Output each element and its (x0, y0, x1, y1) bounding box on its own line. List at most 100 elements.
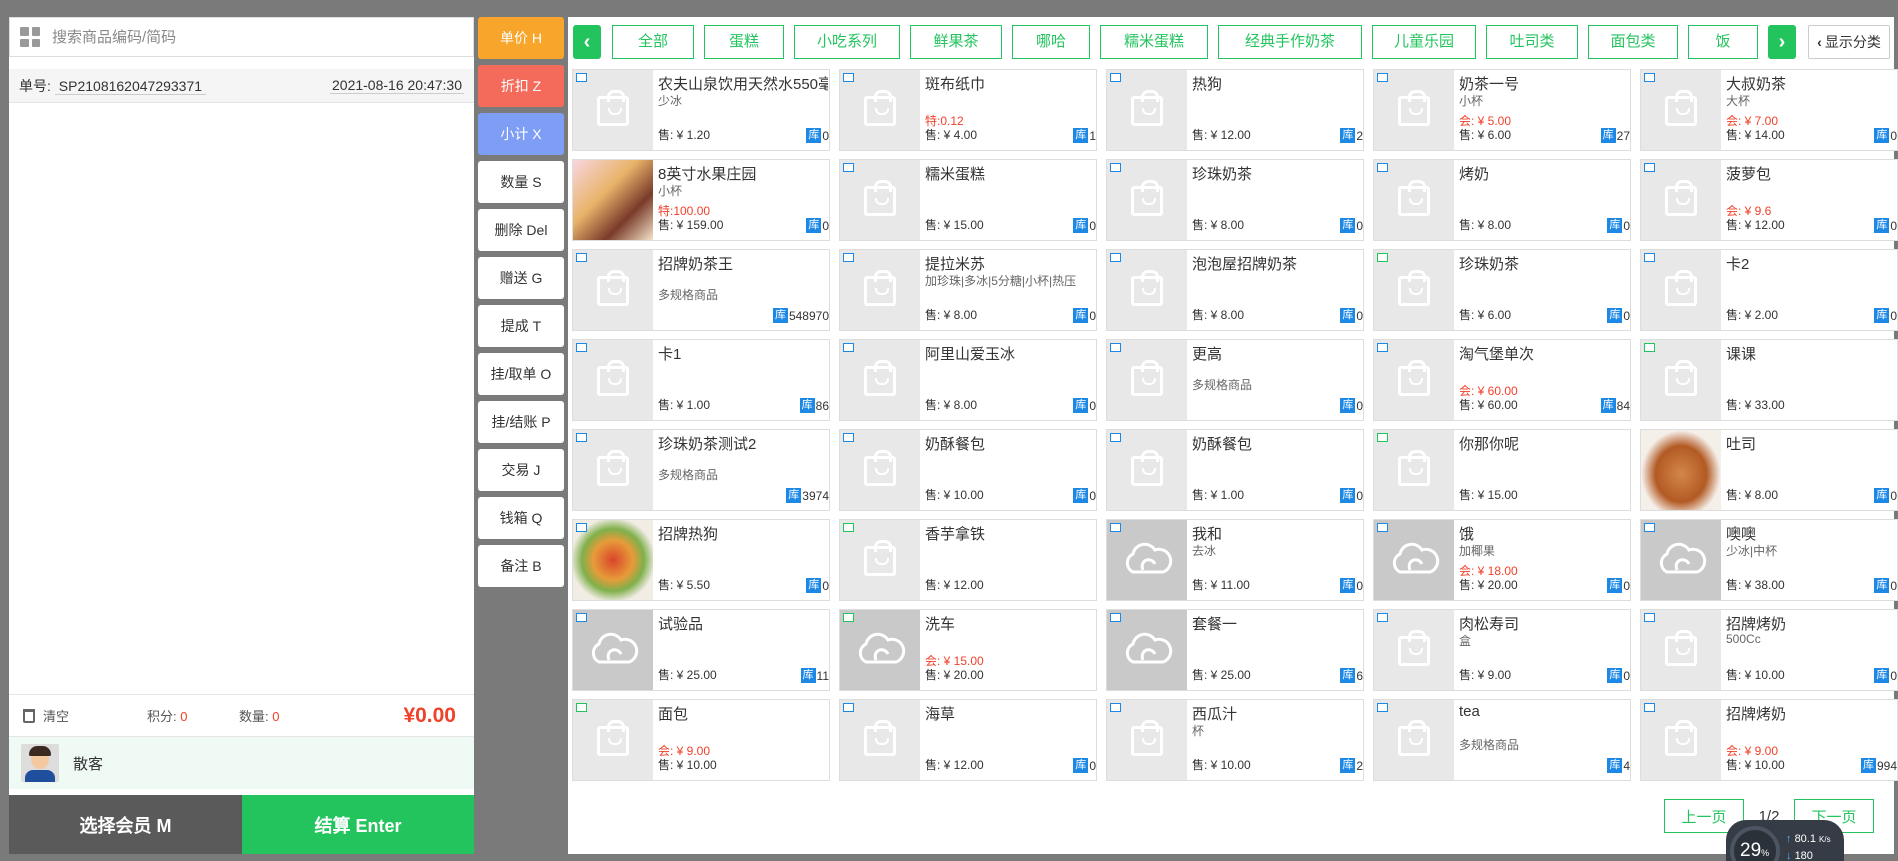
product-card[interactable]: 卡2 售: ¥ 2.00 库 0 (1640, 249, 1898, 331)
category-tab-1[interactable]: 蛋糕 (704, 25, 784, 59)
next-category-button[interactable]: › (1768, 25, 1796, 59)
product-spec: 多规格商品 (1459, 738, 1520, 752)
product-card[interactable]: 西瓜汁杯售: ¥ 10.00 库 2 (1106, 699, 1364, 781)
product-type-icon (576, 343, 587, 352)
network-monitor-widget[interactable]: 29% ↑ 80.1 K/s ↓ 180 (1726, 820, 1844, 861)
select-member-button[interactable]: 选择会员 M (9, 795, 242, 854)
category-tab-9[interactable]: 面包类 (1588, 25, 1678, 59)
member-row[interactable]: 散客 (9, 737, 474, 789)
function-button-3[interactable]: 数量 S (478, 161, 564, 203)
product-card[interactable]: 斑布纸巾 特:0.12 售: ¥ 4.00 库 1 (839, 69, 1097, 151)
stock-count: 6 (1356, 668, 1363, 683)
search-input[interactable] (52, 28, 473, 46)
product-card[interactable]: 菠萝包 会: ¥ 9.6 售: ¥ 12.00 库 0 (1640, 159, 1898, 241)
show-categories-button[interactable]: ‹ 显示分类 (1808, 25, 1890, 59)
product-card[interactable]: 课课 售: ¥ 33.00 (1640, 339, 1898, 421)
order-number-label: 单号: (19, 77, 51, 94)
product-thumb (1641, 700, 1721, 780)
function-button-10[interactable]: 钱箱 Q (478, 497, 564, 539)
product-card[interactable]: 卡1 售: ¥ 1.00 库 86 (572, 339, 830, 421)
product-card[interactable]: 洗车 会: ¥ 15.00 售: ¥ 20.00 (839, 609, 1097, 691)
product-card[interactable]: 肉松寿司盒售: ¥ 9.00 库 0 (1373, 609, 1631, 691)
product-card[interactable]: 珍珠奶茶 售: ¥ 6.00 库 0 (1373, 249, 1631, 331)
category-tab-2[interactable]: 小吃系列 (794, 25, 900, 59)
product-card[interactable]: 你那你呢 售: ¥ 15.00 (1373, 429, 1631, 511)
product-stock: 库0 (1874, 668, 1897, 683)
product-card[interactable]: 大叔奶茶 大杯 会: ¥ 7.00 售: ¥ 14.00 库 0 (1640, 69, 1898, 151)
product-card[interactable]: 热狗 售: ¥ 12.00 库 2 (1106, 69, 1364, 151)
product-card[interactable]: 提拉米苏 加珍珠|多冰|5分糖|小杯|热压 售: ¥ 8.00 库 0 (839, 249, 1097, 331)
product-stock: 库0 (1073, 218, 1096, 233)
cloud-logo-icon (1392, 542, 1440, 574)
product-card[interactable]: 招牌烤奶 会: ¥ 9.00 售: ¥ 10.00 库 994 (1640, 699, 1898, 781)
product-price: 售: ¥ 8.00 (1726, 488, 1779, 502)
product-card[interactable]: 饿加椰果 会: ¥ 18.00 售: ¥ 20.00 库 0 (1373, 519, 1631, 601)
product-type-icon (843, 523, 854, 532)
category-tab-4[interactable]: 哪哈 (1012, 25, 1090, 59)
product-card[interactable]: 招牌热狗 售: ¥ 5.50 库 0 (572, 519, 830, 601)
function-button-2[interactable]: 小计 X (478, 113, 564, 155)
product-stock: 库0 (1073, 488, 1096, 503)
product-price: 售: ¥ 9.00 (1459, 668, 1512, 682)
settle-button[interactable]: 结算 Enter (242, 795, 474, 854)
function-button-1[interactable]: 折扣 Z (478, 65, 564, 107)
category-tab-10[interactable]: 饭 (1688, 25, 1758, 59)
product-card[interactable]: 套餐一 售: ¥ 25.00 库 6 (1106, 609, 1364, 691)
product-card[interactable]: 泡泡屋招牌奶茶 售: ¥ 8.00 库 0 (1106, 249, 1364, 331)
product-card[interactable]: 阿里山爱玉冰 售: ¥ 8.00 库 0 (839, 339, 1097, 421)
category-tab-6[interactable]: 经典手作奶茶 (1218, 25, 1362, 59)
function-button-5[interactable]: 赠送 G (478, 257, 564, 299)
product-card[interactable]: 试验品 售: ¥ 25.00 库 11 (572, 609, 830, 691)
stock-count: 0 (1089, 218, 1096, 233)
product-card[interactable]: 香芋拿铁 售: ¥ 12.00 (839, 519, 1097, 601)
product-card[interactable]: 淘气堡单次 会: ¥ 60.00 售: ¥ 60.00 库 84 (1373, 339, 1631, 421)
prev-category-button[interactable]: ‹ (573, 25, 601, 59)
product-card[interactable]: 珍珠奶茶测试2 多规格商品库 3974 (572, 429, 830, 511)
product-thumb (840, 250, 920, 330)
product-card[interactable]: 招牌烤奶 500Cc 售: ¥ 10.00 库 0 (1640, 609, 1898, 691)
clear-button[interactable]: 清空 (23, 706, 147, 725)
category-tab-0[interactable]: 全部 (612, 25, 694, 59)
product-card[interactable]: 面包 会: ¥ 9.00 售: ¥ 10.00 (572, 699, 830, 781)
function-button-9[interactable]: 交易 J (478, 449, 564, 491)
function-button-0[interactable]: 单价 H (478, 17, 564, 59)
function-button-7[interactable]: 挂/取单 O (478, 353, 564, 395)
product-name: 糯米蛋糕 (925, 166, 986, 183)
function-button-8[interactable]: 挂/结账 P (478, 401, 564, 443)
category-tab-7[interactable]: 儿童乐园 (1372, 25, 1476, 59)
stock-count: 548970 (788, 308, 829, 323)
function-button-11[interactable]: 备注 B (478, 545, 564, 587)
category-tab-3[interactable]: 鲜果茶 (910, 25, 1002, 59)
product-name: 热狗 (1192, 76, 1223, 93)
product-card[interactable]: tea 多规格商品库 4 (1373, 699, 1631, 781)
stock-badge: 库 (1874, 218, 1890, 233)
product-card[interactable]: 海草 售: ¥ 12.00 库 0 (839, 699, 1097, 781)
product-card[interactable]: 烤奶 售: ¥ 8.00 库 0 (1373, 159, 1631, 241)
product-type-icon (843, 73, 854, 82)
product-card[interactable]: 吐司 售: ¥ 8.00 库 0 (1640, 429, 1898, 511)
stock-count: 0 (1890, 488, 1897, 503)
product-card[interactable]: 招牌奶茶王 多规格商品库 548970 (572, 249, 830, 331)
stock-count: 0 (1890, 218, 1897, 233)
shopping-bag-icon (597, 90, 629, 126)
function-button-6[interactable]: 提成 T (478, 305, 564, 347)
category-tab-8[interactable]: 吐司类 (1486, 25, 1578, 59)
product-card[interactable]: 奶酥餐包 售: ¥ 1.00 库 0 (1106, 429, 1364, 511)
product-card[interactable]: 珍珠奶茶 售: ¥ 8.00 库 0 (1106, 159, 1364, 241)
product-card[interactable]: 我和 去冰 售: ¥ 11.00 库 0 (1106, 519, 1364, 601)
product-card[interactable]: 更高 多规格商品库 0 (1106, 339, 1364, 421)
product-thumb (1374, 340, 1454, 420)
product-card[interactable]: 奶酥餐包 售: ¥ 10.00 库 0 (839, 429, 1097, 511)
search-box[interactable] (9, 17, 474, 57)
show-categories-label: 显示分类 (1824, 34, 1881, 50)
grid-icon[interactable] (20, 27, 40, 47)
upload-speed: ↑ 80.1 K/s (1786, 833, 1831, 845)
product-card[interactable]: 奶茶一号 小杯 会: ¥ 5.00 售: ¥ 6.00 库 27 (1373, 69, 1631, 151)
category-tab-5[interactable]: 糯米蛋糕 (1100, 25, 1208, 59)
function-button-4[interactable]: 删除 Del (478, 209, 564, 251)
product-card[interactable]: 8英寸水果庄园 小杯 特:100.00 售: ¥ 159.00 库 0 (572, 159, 830, 241)
product-card[interactable]: 农夫山泉饮用天然水550毫 少冰 售: ¥ 1.20 库 0 (572, 69, 830, 151)
product-card[interactable]: 噢噢 少冰|中杯 售: ¥ 38.00 库 0 (1640, 519, 1898, 601)
product-thumb (1641, 340, 1721, 420)
product-card[interactable]: 糯米蛋糕 售: ¥ 15.00 库 0 (839, 159, 1097, 241)
